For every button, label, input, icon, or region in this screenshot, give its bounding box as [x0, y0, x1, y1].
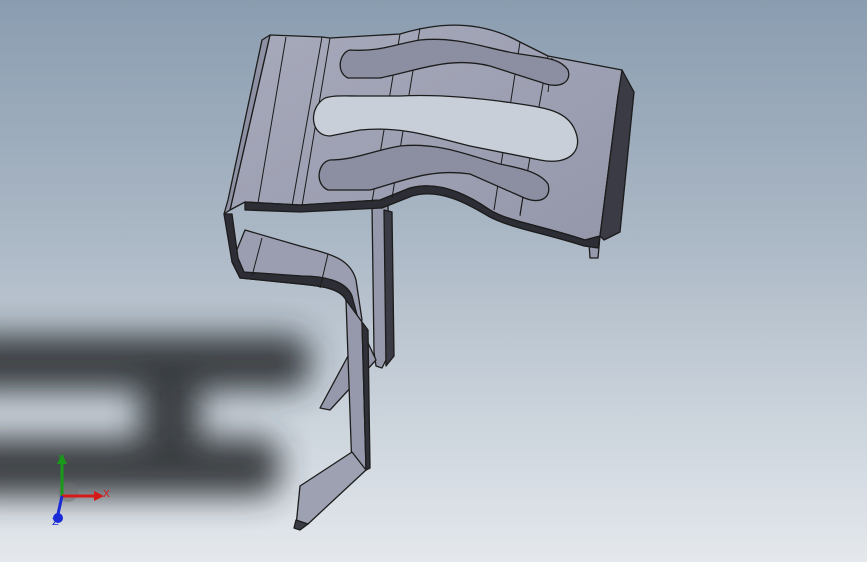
- graphics-viewport[interactable]: Y X Z: [0, 0, 867, 562]
- orientation-triad: Y X Z: [44, 452, 114, 534]
- triad-z-label: Z: [52, 517, 59, 528]
- triad-x-label: X: [103, 489, 110, 500]
- model-scene: [0, 24, 635, 531]
- triad-y-label: Y: [58, 454, 65, 465]
